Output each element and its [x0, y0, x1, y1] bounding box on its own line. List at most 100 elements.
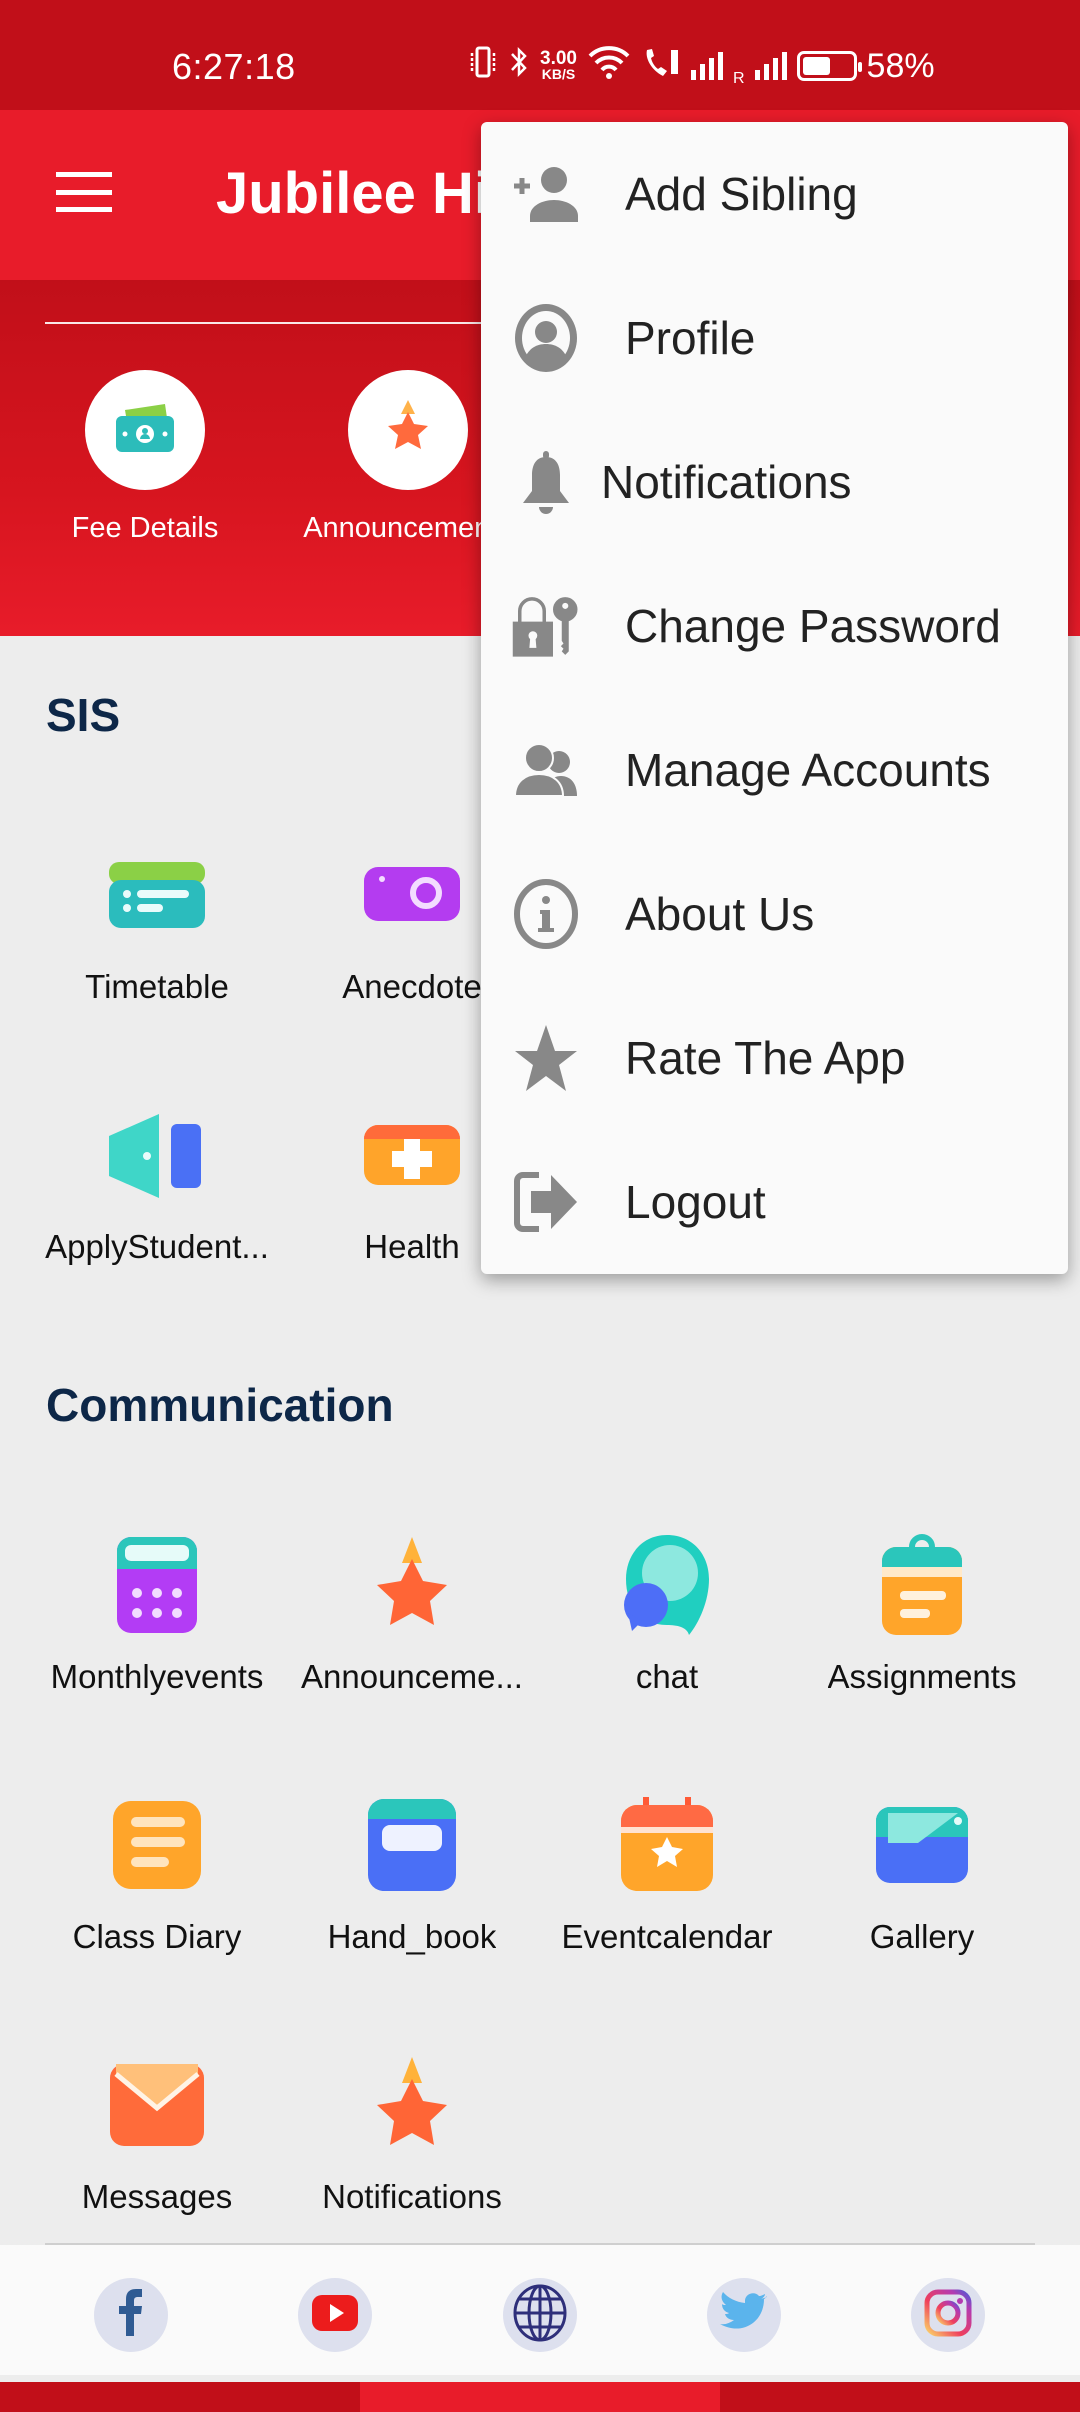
- menu-item-label: About Us: [625, 888, 815, 940]
- menu-item-profile[interactable]: Profile: [481, 266, 1068, 410]
- battery-icon: [796, 51, 862, 81]
- grid-item-label: Messages: [81, 2178, 233, 2215]
- menu-item-rate-the-app[interactable]: Rate The App: [481, 986, 1068, 1130]
- signal-sim1-icon: [690, 52, 723, 80]
- door-icon: [102, 1100, 212, 1210]
- grid-item-label: Assignments: [827, 1658, 1017, 1695]
- grid-item-apply-student[interactable]: ApplyStudent...: [27, 1100, 287, 1266]
- quick-action-icon-circle: [85, 370, 205, 490]
- facebook-icon: [116, 2288, 146, 2343]
- network-speed: 3.00 KB/S: [540, 48, 577, 83]
- menu-item-label: Profile: [625, 312, 756, 364]
- grid-item-class-diary[interactable]: Class Diary: [27, 1790, 287, 1956]
- lock-key-icon: [511, 591, 581, 661]
- signal-sim2-icon: [754, 52, 787, 80]
- bell-icon: [511, 447, 581, 517]
- bottom-tab-bar: [0, 2382, 1080, 2412]
- status-time: 6:27:18: [172, 46, 296, 87]
- timetable-icon: [102, 840, 212, 950]
- star-icon: [378, 398, 438, 463]
- menu-item-manage-accounts[interactable]: Manage Accounts: [481, 698, 1068, 842]
- calendar-grid-icon: [102, 1530, 212, 1640]
- grid-item-timetable[interactable]: Timetable: [27, 840, 287, 1006]
- add-person-icon: [511, 159, 581, 229]
- battery-percent: 58%: [866, 46, 935, 85]
- twitter-icon: [719, 2291, 769, 2340]
- star-icon: [511, 1023, 581, 1093]
- grid-item-monthlyevents[interactable]: Monthlyevents: [27, 1530, 287, 1696]
- star-icon: [357, 1530, 467, 1640]
- grid-item-label: Class Diary: [72, 1918, 242, 1955]
- menu-item-change-password[interactable]: Change Password: [481, 554, 1068, 698]
- grid-item-label: Eventcalendar: [561, 1918, 773, 1955]
- menu-item-label: Change Password: [625, 600, 1001, 652]
- grid-item-label: chat: [635, 1658, 699, 1695]
- menu-item-label: Manage Accounts: [625, 744, 991, 796]
- vibrate-icon: [468, 45, 498, 88]
- clipboard-icon: [867, 1530, 977, 1640]
- section-title-sis: SIS: [46, 689, 121, 741]
- grid-item-hand-book[interactable]: Hand_book: [282, 1790, 542, 1956]
- grid-item-chat[interactable]: chat: [537, 1530, 797, 1696]
- tab-left[interactable]: [0, 2382, 360, 2412]
- bluetooth-icon: [508, 45, 530, 88]
- menu-item-notifications[interactable]: Notifications: [481, 410, 1068, 554]
- status-icons: 3.00 KB/S R 58%: [468, 44, 935, 88]
- diary-icon: [102, 1790, 212, 1900]
- hamburger-menu-icon[interactable]: [56, 172, 112, 212]
- grid-item-label: Health: [364, 1228, 460, 1265]
- battery-fill: [802, 57, 831, 75]
- menu-item-label: Add Sibling: [625, 168, 858, 220]
- menu-item-add-sibling[interactable]: Add Sibling: [481, 122, 1068, 266]
- social-footer: [0, 2245, 1080, 2375]
- grid-item-label: ApplyStudent...: [45, 1228, 269, 1265]
- twitter-button[interactable]: [707, 2278, 781, 2352]
- website-button[interactable]: [503, 2278, 577, 2352]
- grid-item-messages[interactable]: Messages: [27, 2050, 287, 2216]
- star-icon: [357, 2050, 467, 2160]
- quick-action-fee-details[interactable]: Fee Details: [25, 370, 265, 545]
- youtube-button[interactable]: [298, 2278, 372, 2352]
- grid-item-gallery[interactable]: Gallery: [792, 1790, 1052, 1956]
- first-aid-icon: [357, 1100, 467, 1210]
- grid-item-label: Anecdote: [342, 968, 482, 1005]
- menu-item-logout[interactable]: Logout: [481, 1130, 1068, 1274]
- menu-item-label: Rate The App: [625, 1032, 906, 1084]
- screen: 6:27:18 3.00 KB/S R 58% Jubilee Hills Fe…: [0, 0, 1080, 2412]
- grid-item-label: Timetable: [85, 968, 229, 1005]
- gallery-icon: [867, 1790, 977, 1900]
- globe-icon: [512, 2284, 568, 2347]
- menu-item-label: Logout: [625, 1176, 766, 1228]
- menu-item-about-us[interactable]: About Us: [481, 842, 1068, 986]
- grid-item-label: Notifications: [322, 2178, 502, 2215]
- grid-item-label: Monthlyevents: [50, 1658, 264, 1695]
- overflow-menu: Add Sibling Profile Notifications Change…: [481, 122, 1068, 1274]
- grid-item-assignments[interactable]: Assignments: [792, 1530, 1052, 1696]
- grid-item-notifications[interactable]: Notifications: [282, 2050, 542, 2216]
- youtube-icon: [312, 2294, 358, 2336]
- tab-center[interactable]: [360, 2382, 720, 2412]
- money-icon: [113, 400, 177, 461]
- grid-item-label: Announceme...: [301, 1658, 523, 1695]
- grid-item-eventcalendar[interactable]: Eventcalendar: [537, 1790, 797, 1956]
- instagram-icon: [924, 2289, 972, 2342]
- quick-action-label: Fee Details: [71, 512, 219, 544]
- envelope-icon: [102, 2050, 212, 2160]
- event-calendar-icon: [612, 1790, 722, 1900]
- book-icon: [357, 1790, 467, 1900]
- status-bar: 6:27:18 3.00 KB/S R 58%: [0, 0, 1080, 110]
- facebook-button[interactable]: [94, 2278, 168, 2352]
- grid-item-label: Gallery: [869, 1918, 975, 1955]
- wifi-icon: [587, 44, 631, 89]
- grid-item-announcements[interactable]: Announceme...: [282, 1530, 542, 1696]
- info-icon: [511, 879, 581, 949]
- quick-action-icon-circle: [348, 370, 468, 490]
- logout-icon: [511, 1167, 581, 1237]
- tab-right[interactable]: [720, 2382, 1080, 2412]
- accounts-icon: [511, 735, 581, 805]
- chat-icon: [612, 1530, 722, 1640]
- instagram-button[interactable]: [911, 2278, 985, 2352]
- roaming-label: R: [732, 70, 745, 87]
- camera-icon: [357, 840, 467, 950]
- menu-item-label: Notifications: [601, 456, 852, 508]
